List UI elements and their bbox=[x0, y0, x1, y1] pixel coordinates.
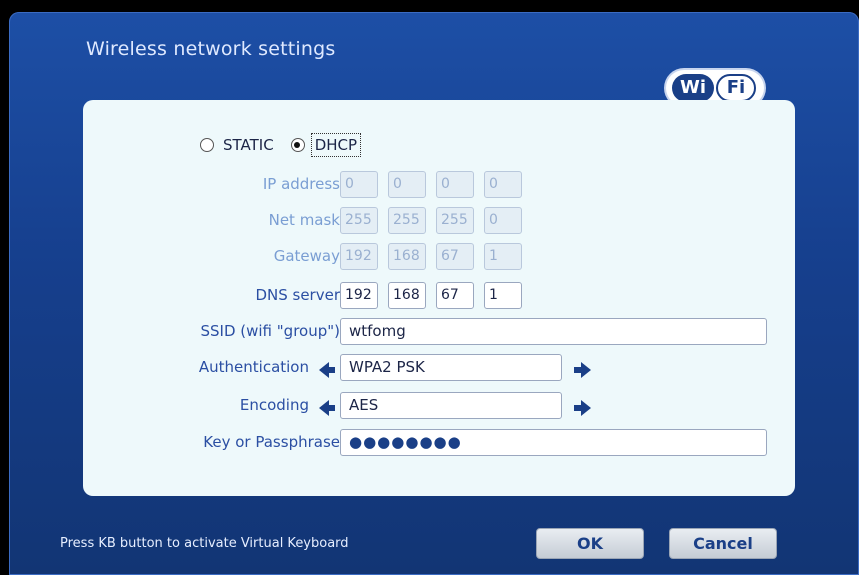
net-mask-label: Net mask bbox=[268, 211, 340, 229]
static-radio[interactable] bbox=[200, 138, 214, 152]
dns-octet-2[interactable]: 168 bbox=[388, 282, 426, 309]
window-title: Wireless network settings bbox=[86, 38, 336, 60]
authentication-select[interactable]: WPA2 PSK bbox=[340, 354, 562, 381]
gateway-octet-2[interactable]: 168 bbox=[388, 243, 426, 270]
dns-server-label: DNS server bbox=[255, 286, 340, 304]
gateway-label: Gateway bbox=[273, 247, 340, 265]
ip-octet-2[interactable]: 0 bbox=[388, 171, 426, 198]
netmask-octet-2[interactable]: 255 bbox=[388, 207, 426, 234]
dns-octet-4[interactable]: 1 bbox=[484, 282, 522, 309]
ip-octet-1[interactable]: 0 bbox=[340, 171, 378, 198]
ssid-label: SSID (wifi "group") bbox=[200, 322, 340, 340]
ip-octet-4[interactable]: 0 bbox=[484, 171, 522, 198]
wifi-logo-part2: Fi bbox=[716, 74, 756, 102]
ssid-input[interactable]: wtfomg bbox=[340, 318, 767, 345]
dns-octet-3[interactable]: 67 bbox=[436, 282, 474, 309]
keyboard-hint: Press KB button to activate Virtual Keyb… bbox=[60, 536, 349, 551]
ip-address-label: IP address bbox=[262, 175, 340, 193]
gateway-octet-3[interactable]: 67 bbox=[436, 243, 474, 270]
mode-selector: STATIC DHCP bbox=[200, 132, 362, 158]
cancel-button[interactable]: Cancel bbox=[669, 528, 777, 559]
gateway-octet-4[interactable]: 1 bbox=[484, 243, 522, 270]
ok-button[interactable]: OK bbox=[536, 528, 644, 559]
netmask-octet-4[interactable]: 0 bbox=[484, 207, 522, 234]
netmask-octet-3[interactable]: 255 bbox=[436, 207, 474, 234]
static-label[interactable]: STATIC bbox=[220, 134, 277, 156]
netmask-octet-1[interactable]: 255 bbox=[340, 207, 378, 234]
settings-panel: STATIC DHCP IP address 0 0 0 0 Net mask … bbox=[83, 100, 795, 496]
dhcp-label[interactable]: DHCP bbox=[310, 133, 362, 157]
arrow-left-icon[interactable] bbox=[319, 362, 335, 378]
gateway-octet-1[interactable]: 192 bbox=[340, 243, 378, 270]
key-input[interactable]: ●●●●●●●● bbox=[340, 429, 767, 456]
encoding-select[interactable]: AES bbox=[340, 392, 562, 419]
wifi-logo-part1: Wi bbox=[672, 74, 714, 102]
arrow-right-icon[interactable] bbox=[574, 400, 591, 416]
encoding-label: Encoding bbox=[239, 396, 309, 414]
key-label: Key or Passphrase bbox=[203, 433, 340, 451]
authentication-label: Authentication bbox=[198, 358, 309, 376]
arrow-right-icon[interactable] bbox=[574, 362, 591, 378]
dns-octet-1[interactable]: 192 bbox=[340, 282, 378, 309]
ip-octet-3[interactable]: 0 bbox=[436, 171, 474, 198]
arrow-left-icon[interactable] bbox=[319, 400, 335, 416]
dhcp-radio[interactable] bbox=[290, 138, 305, 152]
